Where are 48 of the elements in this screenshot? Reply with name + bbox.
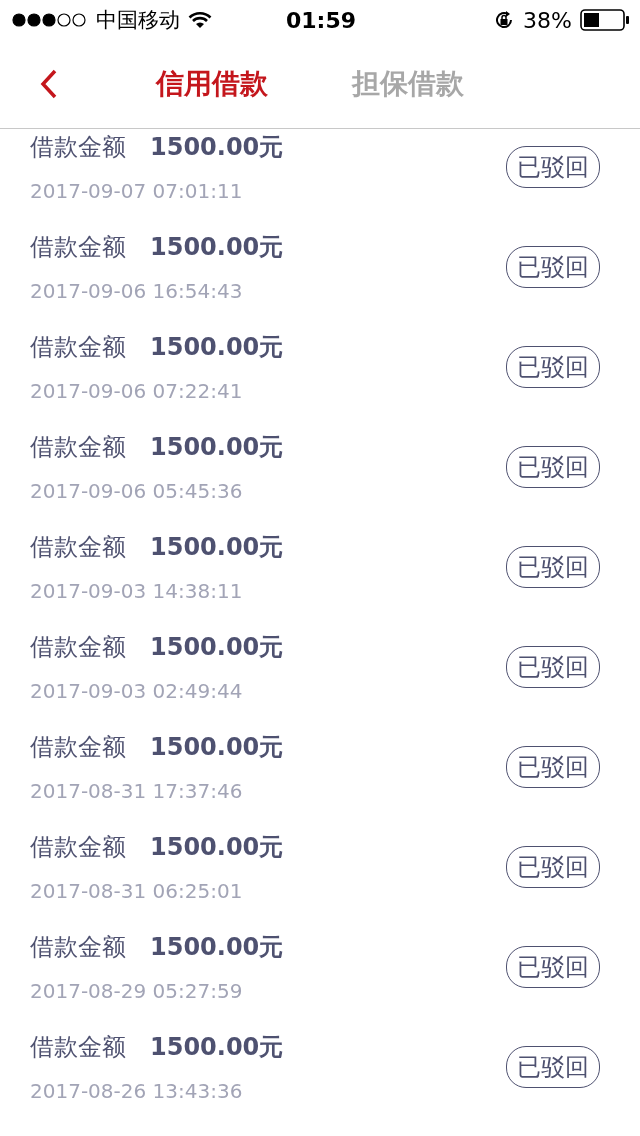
amount-label: 借款金额 bbox=[30, 232, 126, 263]
amount-value: 1500.00元 bbox=[150, 332, 284, 363]
status-badge: 已驳回 bbox=[506, 1046, 600, 1088]
amount-label: 借款金额 bbox=[30, 832, 126, 863]
wifi-icon bbox=[188, 11, 212, 29]
status-badge: 已驳回 bbox=[506, 546, 600, 588]
back-chevron-icon bbox=[40, 69, 58, 99]
status-badge: 已驳回 bbox=[506, 746, 600, 788]
amount-value: 1500.00元 bbox=[150, 932, 284, 963]
amount-value: 1500.00元 bbox=[150, 832, 284, 863]
amount-value: 1500.00元 bbox=[150, 132, 284, 163]
amount-value: 1500.00元 bbox=[150, 432, 284, 463]
amount-label: 借款金额 bbox=[30, 332, 126, 363]
amount-value: 1500.00元 bbox=[150, 1032, 284, 1063]
record-time: 2017-08-31 17:37:46 bbox=[30, 779, 244, 803]
amount-value: 1500.00元 bbox=[150, 732, 284, 763]
amount-label: 借款金额 bbox=[30, 1032, 126, 1063]
battery-percent: 38% bbox=[523, 7, 572, 33]
status-badge: 已驳回 bbox=[506, 846, 600, 888]
carrier-name: 中国移动 bbox=[96, 7, 180, 34]
status-badge: 已驳回 bbox=[506, 346, 600, 388]
amount-label: 借款金额 bbox=[30, 632, 126, 663]
record-time: 2017-08-31 06:25:01 bbox=[30, 879, 244, 903]
status-badge: 已驳回 bbox=[506, 646, 600, 688]
status-badge: 已驳回 bbox=[506, 246, 600, 288]
signal-icon bbox=[12, 13, 88, 27]
record-time: 2017-09-07 07:01:11 bbox=[30, 179, 244, 203]
amount-label: 借款金额 bbox=[30, 432, 126, 463]
amount-label: 借款金额 bbox=[30, 932, 126, 963]
record-time: 2017-09-06 07:22:41 bbox=[30, 379, 244, 403]
amount-label: 借款金额 bbox=[30, 132, 126, 163]
record-time: 2017-08-26 13:43:36 bbox=[30, 1079, 244, 1103]
status-badge: 已驳回 bbox=[506, 146, 600, 188]
amount-label: 借款金额 bbox=[30, 532, 126, 563]
status-badge: 已驳回 bbox=[506, 946, 600, 988]
amount-value: 1500.00元 bbox=[150, 232, 284, 263]
status-time: 01:59 bbox=[286, 7, 356, 33]
amount-value: 1500.00元 bbox=[150, 532, 284, 563]
record-time: 2017-09-03 14:38:11 bbox=[30, 579, 244, 603]
amount-label: 借款金额 bbox=[30, 732, 126, 763]
amount-value: 1500.00元 bbox=[150, 632, 284, 663]
record-time: 2017-09-06 16:54:43 bbox=[30, 279, 244, 303]
tab[interactable]: 信用借款 bbox=[156, 65, 268, 103]
record-time: 2017-08-29 05:27:59 bbox=[30, 979, 244, 1003]
status-badge: 已驳回 bbox=[506, 446, 600, 488]
record-time: 2017-09-03 02:49:44 bbox=[30, 679, 244, 703]
battery-icon bbox=[580, 9, 630, 31]
record-time: 2017-09-06 05:45:36 bbox=[30, 479, 244, 503]
